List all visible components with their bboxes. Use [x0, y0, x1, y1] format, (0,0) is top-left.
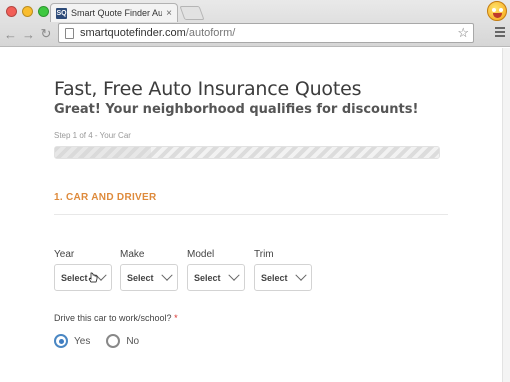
browser-toolbar: ← → ↻ smartquotefinder.com/autoform/ ☆: [0, 22, 510, 46]
no-label[interactable]: No: [126, 336, 139, 347]
trim-select-value: Select: [261, 272, 288, 283]
url-text[interactable]: smartquotefinder.com/autoform/: [80, 27, 235, 39]
model-label: Model: [187, 249, 215, 260]
profile-avatar-icon[interactable]: [487, 1, 507, 21]
section-title: 1. CAR AND DRIVER: [54, 192, 157, 203]
model-select-value: Select: [194, 272, 221, 283]
hand-cursor-icon: [88, 272, 98, 283]
progress-bar: [54, 146, 440, 159]
no-radio[interactable]: [106, 334, 121, 348]
page-scrollbar[interactable]: [502, 48, 510, 382]
site-favicon-icon: SQ: [56, 7, 67, 19]
year-field: Year Select: [54, 249, 112, 291]
model-select[interactable]: Select: [187, 264, 245, 291]
forward-arrow-icon[interactable]: →: [22, 27, 35, 42]
make-select[interactable]: Select: [120, 264, 178, 291]
required-mark: *: [174, 313, 178, 323]
reload-icon[interactable]: ↻: [40, 26, 52, 42]
close-tab-icon[interactable]: ×: [166, 8, 172, 19]
progress-fill: [55, 147, 151, 158]
bookmark-star-icon[interactable]: ☆: [457, 25, 469, 41]
yes-radio[interactable]: [54, 334, 68, 348]
year-select[interactable]: Select: [54, 264, 112, 291]
window-controls: [6, 6, 49, 17]
year-select-value: Select: [61, 272, 88, 283]
page-icon: [65, 27, 74, 39]
chevron-down-icon: [161, 269, 173, 281]
close-window-button[interactable]: [6, 6, 17, 17]
minimize-window-button[interactable]: [22, 6, 33, 17]
page-title: Fast, Free Auto Insurance Quotes: [54, 78, 362, 100]
commute-question: Drive this car to work/school? *: [54, 313, 178, 323]
commute-radio-group: Yes No: [54, 334, 149, 348]
tab-title: Smart Quote Finder Auto: [71, 8, 163, 18]
browser-tab[interactable]: SQ Smart Quote Finder Auto ×: [50, 3, 178, 22]
section-divider: [54, 214, 448, 215]
maximize-window-button[interactable]: [38, 6, 49, 17]
question-text: Drive this car to work/school?: [54, 313, 172, 323]
trim-field: Trim Select: [254, 249, 312, 291]
make-label: Make: [120, 249, 145, 260]
back-arrow-icon[interactable]: ←: [4, 27, 17, 42]
chevron-down-icon: [228, 269, 240, 281]
make-field: Make Select: [120, 249, 178, 291]
menu-icon[interactable]: [495, 27, 505, 39]
browser-chrome: SQ Smart Quote Finder Auto × ← → ↻ smart…: [0, 0, 510, 47]
trim-select[interactable]: Select: [254, 264, 312, 291]
year-label: Year: [54, 249, 75, 260]
trim-label: Trim: [254, 249, 274, 260]
make-select-value: Select: [127, 272, 154, 283]
new-tab-button[interactable]: [179, 6, 205, 20]
page-subtitle: Great! Your neighborhood qualifies for d…: [54, 102, 419, 117]
yes-label[interactable]: Yes: [74, 336, 90, 347]
step-indicator: Step 1 of 4 - Your Car: [54, 131, 131, 140]
address-bar[interactable]: smartquotefinder.com/autoform/ ☆: [58, 23, 474, 43]
model-field: Model Select: [187, 249, 245, 291]
chevron-down-icon: [295, 269, 307, 281]
